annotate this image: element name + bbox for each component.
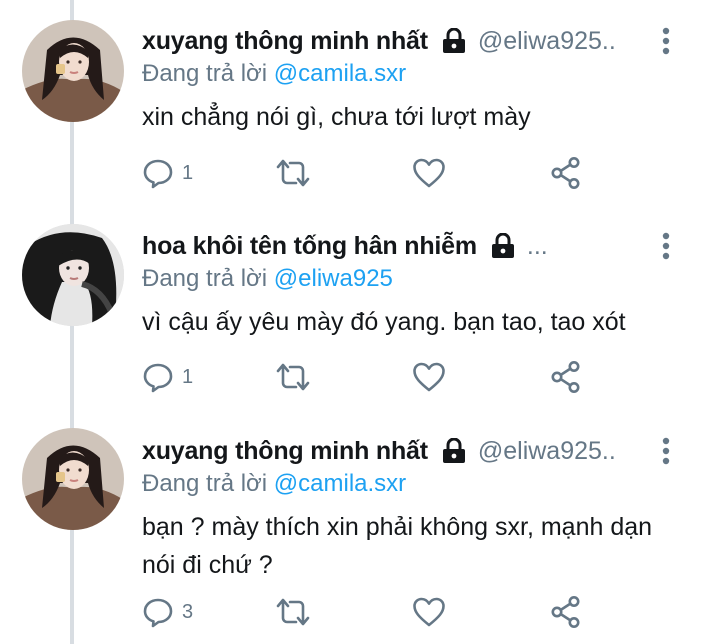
tweet-actions: 3	[142, 592, 592, 632]
share-button[interactable]	[550, 153, 582, 193]
like-button[interactable]	[412, 357, 446, 397]
reply-icon	[143, 363, 173, 393]
retweet-button[interactable]	[274, 153, 312, 193]
replying-label: Đang trả lời	[142, 265, 268, 292]
tweet-reply[interactable]: xuyang thông minh nhất @eliwa925.. Đang …	[0, 410, 720, 644]
tweet-header: xuyang thông minh nhất @eliwa925..	[142, 434, 652, 468]
heart-icon	[413, 362, 445, 392]
mention-link[interactable]: @eliwa925	[274, 265, 393, 292]
retweet-button[interactable]	[274, 357, 312, 397]
tweet-text: vì cậu ấy yêu mày đó yang. bạn tao, tao …	[142, 308, 626, 336]
reply-count: 3	[182, 600, 194, 623]
share-icon	[551, 157, 580, 189]
share-icon	[551, 596, 580, 628]
replying-label: Đang trả lời	[142, 470, 268, 497]
username-handle[interactable]: ...	[527, 232, 548, 261]
reply-count: 1	[182, 365, 194, 388]
reply-count: 1	[182, 161, 194, 184]
more-options-icon[interactable]	[660, 231, 672, 261]
more-options-icon[interactable]	[660, 436, 672, 466]
share-button[interactable]	[550, 592, 582, 632]
avatar[interactable]	[22, 224, 124, 326]
replying-label: Đang trả lời	[142, 60, 268, 87]
tweet-text: xin chẳng nói gì, chưa tới lượt mày	[142, 103, 531, 131]
retweet-icon	[276, 159, 310, 187]
replying-to: Đang trả lời @camila.sxr	[142, 470, 406, 498]
tweet-text: bạn ? mày thích xin phải không sxr, mạnh…	[142, 513, 653, 579]
lock-icon	[491, 232, 515, 259]
retweet-icon	[276, 363, 310, 391]
replying-to: Đang trả lời @camila.sxr	[142, 60, 406, 88]
retweet-icon	[276, 598, 310, 626]
reply-button[interactable]: 1	[142, 357, 193, 397]
avatar[interactable]	[22, 428, 124, 530]
username-handle[interactable]: @eliwa925..	[478, 437, 616, 466]
lock-icon	[442, 27, 466, 54]
heart-icon	[413, 158, 445, 188]
share-button[interactable]	[550, 357, 582, 397]
like-button[interactable]	[412, 592, 446, 632]
tweet-header: xuyang thông minh nhất @eliwa925..	[142, 24, 652, 58]
more-options-icon[interactable]	[660, 26, 672, 56]
retweet-button[interactable]	[274, 592, 312, 632]
reply-button[interactable]: 1	[142, 153, 193, 193]
avatar[interactable]	[22, 20, 124, 122]
tweet-reply[interactable]: xuyang thông minh nhất @eliwa925.. Đang …	[0, 0, 720, 205]
username-handle[interactable]: @eliwa925..	[478, 27, 616, 56]
tweet-actions: 1	[142, 357, 592, 397]
display-name[interactable]: xuyang thông minh nhất	[142, 27, 428, 56]
mention-link[interactable]: @camila.sxr	[274, 470, 406, 497]
replying-to: Đang trả lời @eliwa925	[142, 265, 393, 293]
display-name[interactable]: xuyang thông minh nhất	[142, 437, 428, 466]
like-button[interactable]	[412, 153, 446, 193]
reply-icon	[143, 159, 173, 189]
lock-icon	[442, 437, 466, 464]
display-name[interactable]: hoa khôi tên tống hân nhiễm	[142, 232, 477, 261]
tweet-reply[interactable]: hoa khôi tên tống hân nhiễm ... Đang trả…	[0, 205, 720, 410]
reply-icon	[143, 598, 173, 628]
tweet-header: hoa khôi tên tống hân nhiễm ...	[142, 229, 652, 263]
heart-icon	[413, 597, 445, 627]
mention-link[interactable]: @camila.sxr	[274, 60, 406, 87]
tweet-actions: 1	[142, 153, 592, 193]
reply-button[interactable]: 3	[142, 592, 193, 632]
share-icon	[551, 361, 580, 393]
